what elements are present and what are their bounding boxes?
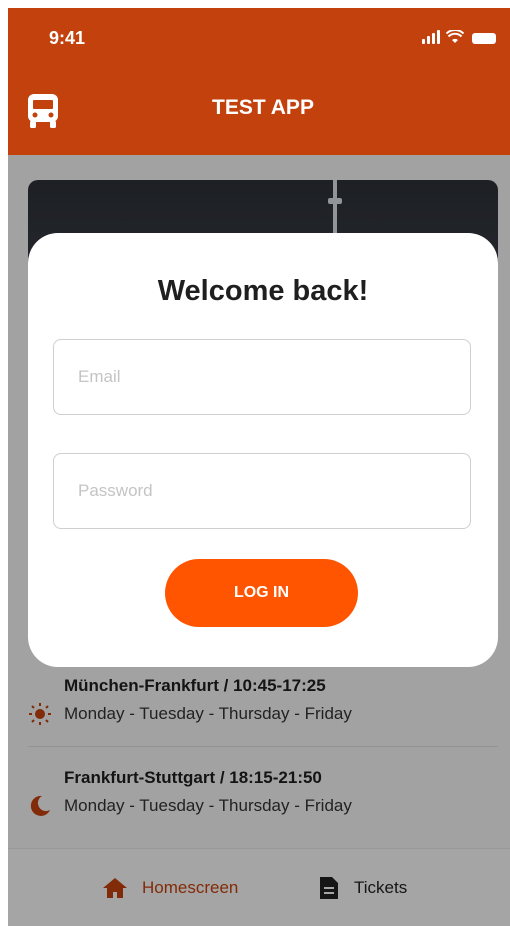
login-button[interactable]: LOG IN: [165, 559, 358, 627]
signal-icon: [422, 30, 440, 44]
email-field[interactable]: [53, 339, 471, 415]
password-field[interactable]: [53, 453, 471, 529]
battery-icon: [472, 33, 496, 44]
status-time: 9:41: [49, 28, 86, 48]
status-icons: [422, 30, 496, 44]
app-header: 9:41 TEST APP: [8, 8, 510, 155]
login-modal: Welcome back! LOG IN: [28, 233, 498, 667]
wifi-icon: [446, 30, 464, 43]
app-screen: 9:41 TEST APP München-Frankfurt / 10:45-…: [8, 8, 510, 926]
app-title: TEST APP: [212, 96, 314, 119]
modal-title: Welcome back!: [157, 275, 369, 307]
